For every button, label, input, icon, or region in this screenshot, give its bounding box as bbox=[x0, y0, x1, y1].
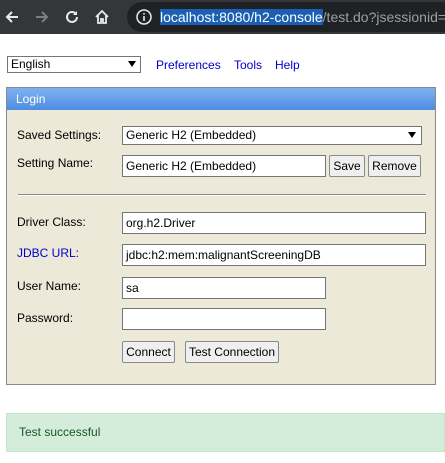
driver-class-label: Driver Class: bbox=[17, 215, 86, 229]
divider bbox=[18, 194, 426, 196]
connect-button[interactable]: Connect bbox=[122, 341, 175, 363]
language-select[interactable]: English bbox=[7, 56, 141, 73]
setting-name-input[interactable]: Generic H2 (Embedded) bbox=[122, 155, 326, 177]
jdbc-url-label[interactable]: JDBC URL: bbox=[17, 246, 79, 260]
back-icon[interactable] bbox=[0, 5, 24, 29]
browser-toolbar: localhost:8080/h2-console/test.do?jsessi… bbox=[0, 0, 445, 34]
preferences-link[interactable]: Preferences bbox=[156, 58, 221, 72]
password-input[interactable] bbox=[122, 308, 326, 330]
url-selected: localhost:8080/h2-console bbox=[160, 9, 323, 25]
driver-class-input[interactable]: org.h2.Driver bbox=[122, 212, 426, 234]
login-header: Login bbox=[7, 88, 435, 110]
help-link[interactable]: Help bbox=[275, 58, 300, 72]
saved-settings-label: Saved Settings: bbox=[17, 128, 102, 142]
url-text[interactable]: localhost:8080/h2-console/test.do?jsessi… bbox=[160, 9, 445, 26]
tools-link[interactable]: Tools bbox=[234, 58, 262, 72]
home-icon[interactable] bbox=[90, 5, 114, 29]
saved-settings-value: Generic H2 (Embedded) bbox=[126, 128, 257, 142]
login-panel: Login Saved Settings: Generic H2 (Embedd… bbox=[6, 87, 436, 385]
save-button[interactable]: Save bbox=[329, 155, 365, 177]
test-connection-button[interactable]: Test Connection bbox=[185, 341, 279, 363]
reload-icon[interactable] bbox=[60, 5, 84, 29]
chevron-down-icon bbox=[408, 132, 416, 138]
chevron-down-icon bbox=[128, 61, 136, 67]
address-bar[interactable]: localhost:8080/h2-console/test.do?jsessi… bbox=[127, 2, 445, 32]
user-name-input[interactable]: sa bbox=[122, 277, 326, 299]
url-rest: /test.do?jsessionid= bbox=[322, 9, 445, 25]
saved-settings-select[interactable]: Generic H2 (Embedded) bbox=[122, 126, 422, 145]
jdbc-url-input[interactable]: jdbc:h2:mem:malignantScreeningDB bbox=[122, 244, 426, 266]
remove-button[interactable]: Remove bbox=[368, 155, 421, 177]
info-icon[interactable] bbox=[136, 9, 152, 25]
setting-name-label: Setting Name: bbox=[17, 156, 94, 170]
password-label: Password: bbox=[17, 311, 74, 325]
forward-icon[interactable] bbox=[30, 5, 54, 29]
user-name-label: User Name: bbox=[17, 279, 82, 293]
status-message: Test successful bbox=[6, 413, 445, 452]
language-select-value: English bbox=[11, 57, 51, 71]
